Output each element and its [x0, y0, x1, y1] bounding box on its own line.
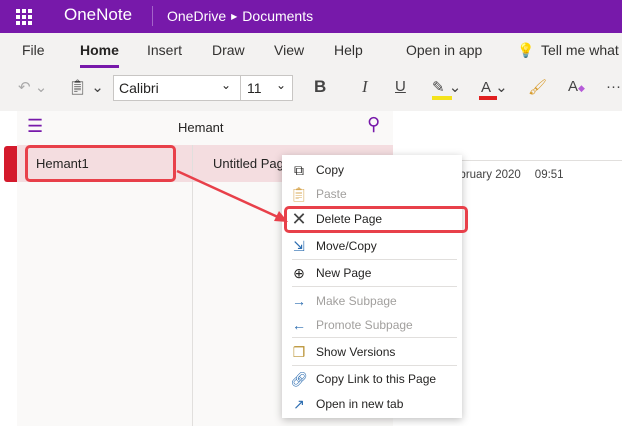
annotation-arrow [176, 169, 288, 222]
